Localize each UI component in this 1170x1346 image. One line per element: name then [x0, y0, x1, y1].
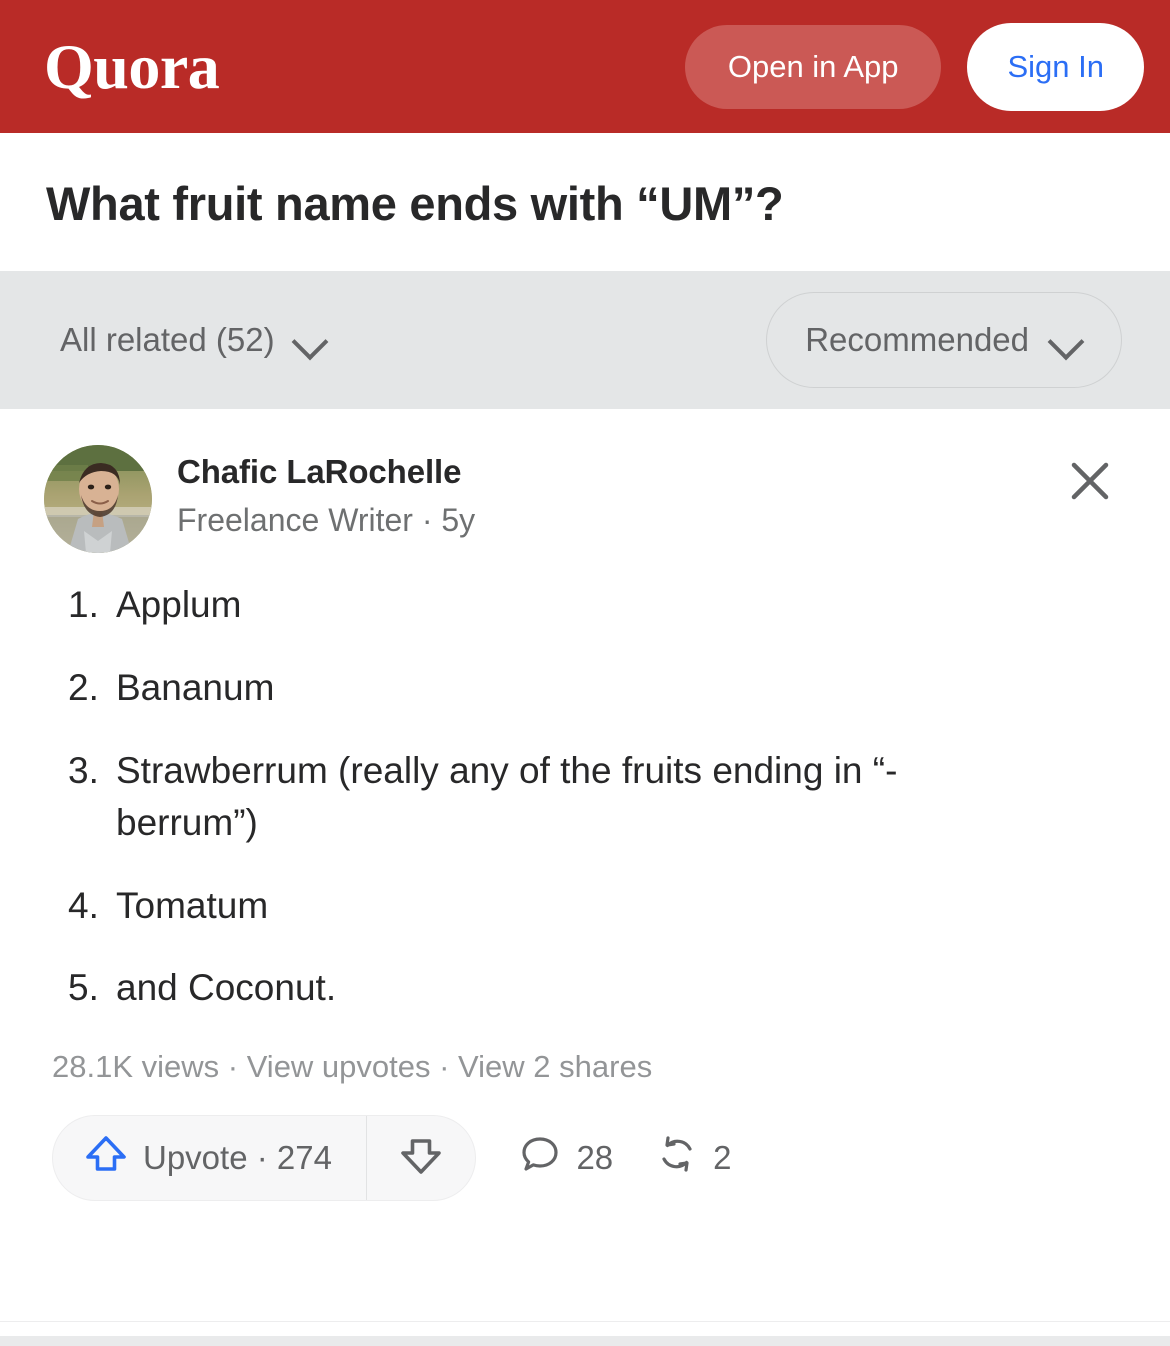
list-item-number: 2. — [68, 666, 99, 708]
comment-count: 28 — [576, 1138, 614, 1176]
sign-in-button[interactable]: Sign In — [967, 22, 1144, 111]
share-count: 2 — [713, 1138, 732, 1176]
upvote-arrow-icon — [85, 1133, 127, 1183]
avatar[interactable] — [44, 445, 152, 554]
comment-bubble-icon — [518, 1132, 562, 1184]
list-item: 1. Applum — [44, 579, 1126, 632]
all-related-dropdown[interactable]: All related (52) — [60, 321, 327, 359]
author-text: Chafic LaRochelle Freelance Writer · 5y — [177, 445, 475, 541]
list-item-text: Strawberrum (really any of the fruits en… — [116, 749, 898, 844]
answer-card: Chafic LaRochelle Freelance Writer · 5y … — [0, 409, 1170, 1321]
answer-body: 1. Applum 2. Bananum 3. Strawberrum (rea… — [44, 579, 1126, 1014]
repost-icon — [655, 1132, 699, 1184]
list-item-text: Bananum — [116, 666, 275, 708]
list-item-number: 5. — [68, 967, 99, 1009]
list-item: 5. and Coconut. — [44, 962, 1126, 1015]
chevron-down-icon — [293, 323, 327, 357]
downvote-arrow-icon — [400, 1135, 442, 1180]
quora-answer-page: Quora Open in App Sign In What fruit nam… — [0, 0, 1170, 1346]
page-title: What fruit name ends with “UM”? — [46, 177, 784, 230]
open-in-app-button[interactable]: Open in App — [684, 24, 942, 109]
list-item-text: Applum — [116, 584, 242, 626]
sort-label: Recommended — [805, 321, 1029, 359]
list-item: 2. Bananum — [44, 662, 1126, 715]
share-button[interactable]: 2 — [655, 1132, 732, 1184]
filter-bar: All related (52) Recommended — [0, 271, 1170, 410]
vote-group: Upvote · 274 — [52, 1114, 477, 1201]
list-item-text: and Coconut. — [116, 967, 337, 1009]
upvote-button[interactable]: Upvote · 274 — [53, 1116, 366, 1200]
action-bar: Upvote · 274 28 2 — [52, 1114, 1126, 1201]
list-item: 3. Strawberrum (really any of the fruits… — [44, 745, 1126, 850]
list-item-number: 4. — [68, 884, 99, 926]
list-item-text: Tomatum — [116, 884, 269, 926]
close-icon[interactable] — [1064, 455, 1116, 507]
answer-stats[interactable]: 28.1K views · View upvotes · View 2 shar… — [52, 1049, 1126, 1085]
question-section: What fruit name ends with “UM”? — [0, 133, 1170, 272]
app-header: Quora Open in App Sign In — [0, 0, 1170, 133]
comment-button[interactable]: 28 — [518, 1132, 613, 1184]
downvote-button[interactable] — [367, 1116, 475, 1200]
author-name[interactable]: Chafic LaRochelle — [177, 451, 475, 492]
chevron-down-icon — [1049, 323, 1083, 357]
list-item: 4. Tomatum — [44, 880, 1126, 933]
sort-dropdown[interactable]: Recommended — [766, 292, 1122, 389]
list-item-number: 3. — [68, 749, 99, 791]
quora-logo[interactable]: Quora — [44, 34, 220, 99]
upvote-label: Upvote · 274 — [143, 1138, 332, 1176]
author-row: Chafic LaRochelle Freelance Writer · 5y — [44, 445, 1126, 554]
all-related-label: All related (52) — [60, 321, 275, 359]
answer-divider — [0, 1321, 1170, 1336]
answer-list: 1. Applum 2. Bananum 3. Strawberrum (rea… — [44, 579, 1126, 1014]
author-credential: Freelance Writer · 5y — [177, 501, 476, 538]
page-bottom-band — [0, 1336, 1170, 1346]
list-item-number: 1. — [68, 584, 99, 626]
